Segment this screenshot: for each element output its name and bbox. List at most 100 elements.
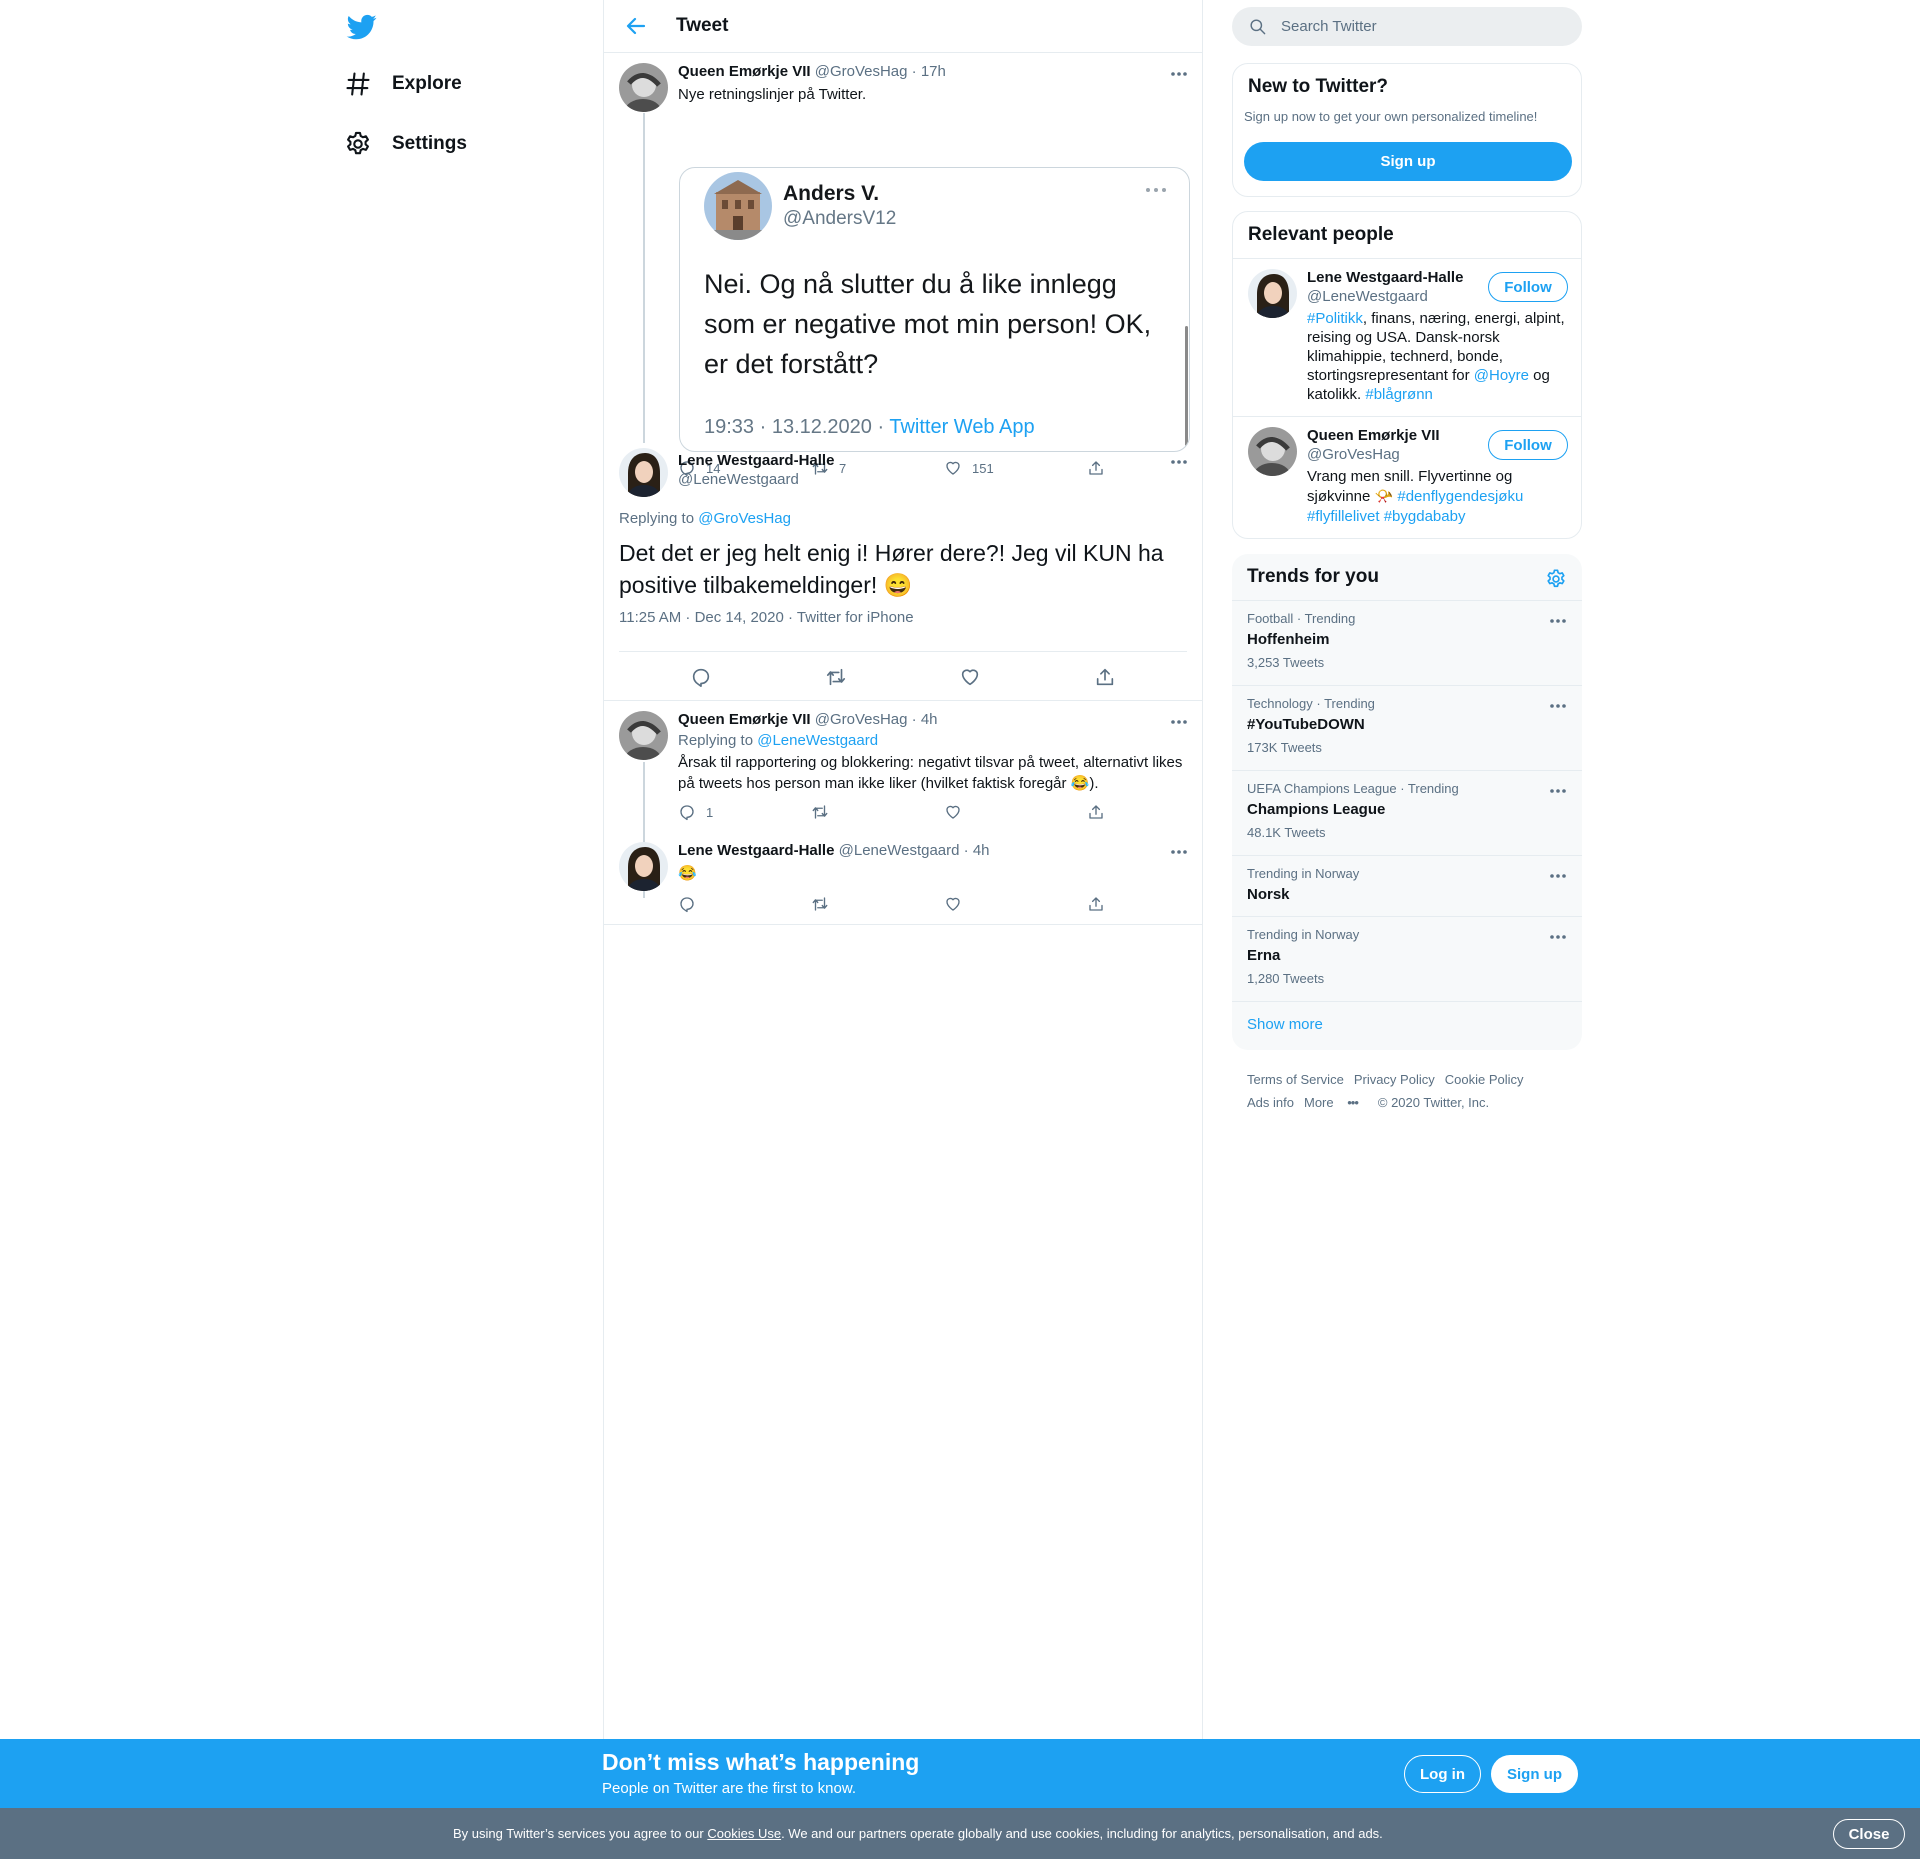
show-more-link[interactable]: Show more	[1247, 1016, 1323, 1033]
more-dots-icon[interactable]	[1548, 696, 1568, 716]
reply-action[interactable]	[678, 895, 811, 913]
privacy-link[interactable]: Privacy Policy	[1354, 1072, 1435, 1087]
trend-item[interactable]: Trending in Norway Norsk	[1232, 855, 1582, 916]
tweet-parent[interactable]: Queen Emørkje VII @GroVesHag · 17h Nye r…	[604, 53, 1202, 477]
trend-context: Trending in Norway	[1247, 927, 1360, 942]
person-item[interactable]: Queen Emørkje VII @GroVesHag Follow Vran…	[1233, 416, 1581, 538]
trend-count: 1,280 Tweets	[1247, 971, 1325, 986]
avatar[interactable]	[619, 448, 668, 497]
cookies-use-link[interactable]: Cookies Use	[707, 1826, 781, 1841]
sign-up-button[interactable]: Sign up	[1491, 1755, 1578, 1793]
more-dots-icon[interactable]	[1548, 611, 1568, 631]
tweet-text: Årsak til rapportering og blokkering: ne…	[678, 754, 1183, 792]
avatar[interactable]	[1248, 427, 1297, 476]
trend-item[interactable]: Technology · Trending #YouTubeDOWN 173K …	[1232, 685, 1582, 770]
trend-item[interactable]: UEFA Champions League · Trending Champio…	[1232, 770, 1582, 855]
card-title: Trends for you	[1247, 566, 1379, 587]
tweet-reply[interactable]: Lene Westgaard-Halle @LeneWestgaard · 4h…	[604, 831, 1202, 925]
tweet-reply[interactable]: Queen Emørkje VII @GroVesHag · 4h Replyi…	[604, 701, 1202, 898]
sign-up-button[interactable]: Sign up	[1244, 142, 1572, 181]
trend-name: Champions League	[1247, 801, 1386, 818]
author-handle[interactable]: @GroVesHag	[815, 63, 908, 80]
tweet-time[interactable]: 17h	[921, 63, 946, 80]
author-handle[interactable]: @LeneWestgaard	[678, 471, 834, 488]
avatar[interactable]	[1248, 269, 1297, 318]
person-name[interactable]: Lene Westgaard-Halle	[1307, 269, 1463, 286]
tweet-meta[interactable]: 11:25 AM · Dec 14, 2020 · Twitter for iP…	[619, 609, 914, 626]
close-button[interactable]: Close	[1833, 1819, 1905, 1849]
cookie-policy-link[interactable]: Cookie Policy	[1445, 1072, 1524, 1087]
share-action[interactable]	[1087, 803, 1115, 821]
trends-card: Trends for you Football · Trending Hoffe…	[1232, 554, 1582, 1050]
reply-icon[interactable]	[690, 666, 712, 688]
replying-mention[interactable]: @LeneWestgaard	[757, 732, 878, 749]
bio-hashtag[interactable]: #flyfillelivet	[1307, 508, 1380, 525]
more-dots-icon[interactable]	[1548, 927, 1568, 947]
person-handle[interactable]: @LeneWestgaard	[1307, 288, 1428, 305]
bio-hashtag[interactable]: #Politikk	[1307, 310, 1363, 327]
nav-settings[interactable]: Settings	[344, 120, 467, 168]
more-dots-icon[interactable]	[1169, 64, 1189, 84]
retweet-action[interactable]	[811, 803, 944, 821]
bio-hashtag[interactable]: #denflygendesjøku	[1397, 488, 1523, 505]
search-input[interactable]	[1281, 18, 1541, 35]
heart-icon[interactable]	[959, 666, 981, 688]
author-handle[interactable]: @GroVesHag	[815, 711, 908, 728]
back-arrow-icon[interactable]	[624, 14, 648, 38]
tweet-time[interactable]: 4h	[921, 711, 938, 728]
replying-mention[interactable]: @GroVesHag	[698, 510, 791, 527]
retweet-icon[interactable]	[825, 666, 847, 688]
avatar[interactable]	[619, 63, 668, 112]
tweet-image-card[interactable]: Anders V. @AndersV12 Nei. Og nå slutter …	[679, 167, 1190, 452]
heart-icon	[946, 805, 960, 819]
tweet-actions: 1	[678, 803, 1188, 821]
author-name[interactable]: Queen Emørkje VII	[678, 63, 811, 80]
avatar[interactable]	[619, 711, 668, 760]
bio-mention[interactable]: @Hoyre	[1474, 367, 1529, 384]
bio-hashtag[interactable]: #bygdababy	[1384, 508, 1466, 525]
terms-link[interactable]: Terms of Service	[1247, 1072, 1344, 1087]
more-link-label: More	[1303, 1095, 1334, 1110]
more-dots-icon[interactable]	[1169, 712, 1189, 732]
like-action[interactable]	[944, 803, 1087, 821]
more-dots-icon[interactable]	[1548, 866, 1568, 886]
author-name[interactable]: Lene Westgaard-Halle	[678, 452, 834, 469]
avatar[interactable]	[619, 842, 668, 891]
trend-item[interactable]: Trending in Norway Erna 1,280 Tweets	[1232, 916, 1582, 1001]
person-item[interactable]: Lene Westgaard-Halle @LeneWestgaard Foll…	[1233, 258, 1581, 416]
author-name[interactable]: Lene Westgaard-Halle	[678, 842, 834, 859]
author-name[interactable]: Queen Emørkje VII	[678, 711, 811, 728]
share-action[interactable]	[1087, 895, 1115, 913]
tweet-focal[interactable]: Lene Westgaard-Halle @LeneWestgaard Repl…	[604, 441, 1202, 701]
person-bio: #Politikk, finans, næring, energi, alpin…	[1307, 309, 1569, 404]
reply-icon	[680, 897, 694, 913]
reply-count: 1	[706, 804, 714, 820]
more-dots-icon[interactable]	[1169, 452, 1189, 472]
card-meta: 19:33 · 13.12.2020 · Twitter Web App	[704, 416, 1035, 439]
follow-button[interactable]: Follow	[1488, 272, 1568, 302]
more-dots-icon[interactable]	[1548, 781, 1568, 801]
person-handle[interactable]: @GroVesHag	[1307, 446, 1400, 463]
person-name[interactable]: Queen Emørkje VII	[1307, 427, 1440, 444]
bio-hashtag[interactable]: #blågrønn	[1365, 386, 1433, 403]
banner-subtitle: People on Twitter are the first to know.	[602, 1780, 857, 1797]
gear-icon[interactable]	[1545, 568, 1567, 590]
tweet-time[interactable]: 4h	[973, 842, 990, 859]
more-link[interactable]: More •••	[1304, 1095, 1368, 1110]
author-handle[interactable]: @LeneWestgaard	[839, 842, 960, 859]
follow-button[interactable]: Follow	[1488, 430, 1568, 460]
nav-explore[interactable]: Explore	[344, 60, 462, 108]
log-in-button[interactable]: Log in	[1404, 1755, 1481, 1793]
retweet-action[interactable]	[811, 895, 944, 913]
share-icon[interactable]	[1094, 666, 1116, 688]
search-box[interactable]	[1232, 7, 1582, 46]
ads-info-link[interactable]: Ads info	[1247, 1095, 1294, 1110]
tweet-text: Det det er jeg helt enig i! Hører dere?!…	[619, 540, 1164, 598]
reply-action[interactable]: 1	[678, 803, 811, 821]
trend-item[interactable]: Football · Trending Hoffenheim 3,253 Twe…	[1232, 600, 1582, 685]
more-dots-icon[interactable]	[1169, 842, 1189, 862]
like-action[interactable]	[944, 895, 1087, 913]
twitter-logo-icon[interactable]	[346, 12, 378, 42]
trend-name: Erna	[1247, 947, 1281, 964]
main-column: Tweet Queen Emørkje VII @GroVesHag · 17h…	[603, 0, 1203, 1859]
